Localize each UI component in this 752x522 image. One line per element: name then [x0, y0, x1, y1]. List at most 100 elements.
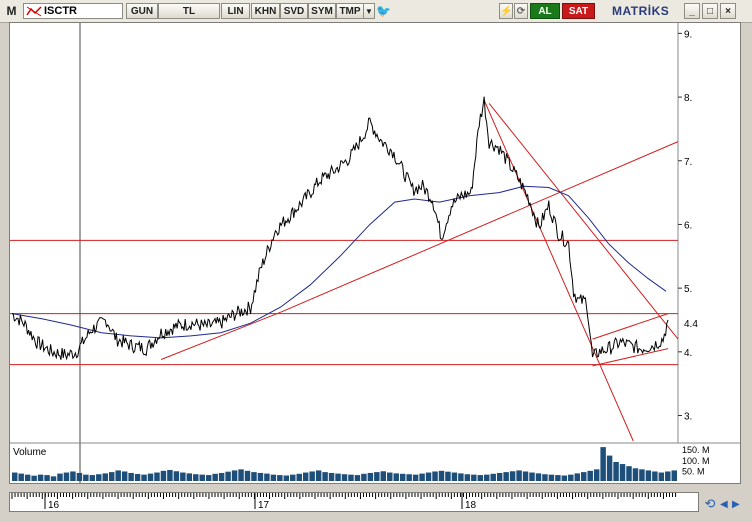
volume-bar [490, 473, 496, 481]
y-tick-label: 4. [684, 348, 692, 359]
volume-bar [83, 474, 89, 481]
volume-bar [581, 472, 587, 481]
volume-bar [315, 470, 322, 481]
volume-bar [406, 474, 412, 481]
volume-bar [173, 471, 180, 481]
y-tick-label: 9. [684, 29, 692, 40]
volume-bar [425, 472, 432, 481]
volume-bar [606, 455, 613, 481]
volume-bar [180, 472, 186, 481]
volume-bar [387, 472, 393, 481]
volume-bar [322, 472, 328, 481]
tb-button-tmp[interactable]: TMP [336, 3, 364, 19]
volume-bar [477, 475, 484, 481]
volume-bar [18, 473, 24, 481]
volume-bar [283, 475, 290, 481]
volume-bar [671, 470, 677, 481]
volume-bar [238, 469, 244, 481]
tb-button-gun[interactable]: GUN [126, 3, 158, 19]
chart-type-icon [26, 5, 42, 17]
dropdown-arrow-icon[interactable]: ▼ [363, 3, 375, 19]
chart-area[interactable]: 3. 4. 5. 6. 7. 8. 9. 4.4 Volume 150. M 100. M 50. M [9, 22, 741, 484]
minimize-button[interactable]: _ [684, 3, 700, 19]
volume-bar [76, 472, 83, 481]
volume-bar [432, 471, 438, 481]
y-tick-label: 3. [684, 412, 692, 423]
time-scrollbar[interactable]: 16 17 18 [9, 492, 699, 512]
volume-bar [367, 472, 374, 481]
buy-button[interactable]: AL [530, 3, 560, 19]
volume-bar [471, 474, 477, 481]
volume-bar [193, 474, 199, 481]
volume-bar [108, 472, 115, 481]
volume-bar [270, 474, 277, 481]
volume-bar [134, 474, 141, 481]
volume-bar [89, 475, 96, 481]
sync-icon[interactable]: ⟲ [702, 496, 718, 512]
y-tick-label: 5. [684, 284, 692, 295]
volume-bar [399, 473, 406, 481]
tb-button-lin[interactable]: LIN [221, 3, 250, 19]
volume-bar [451, 472, 458, 481]
scroll-right-icon[interactable]: ▶ [732, 499, 742, 511]
y-tick-label: 8. [684, 93, 692, 104]
volume-bar [121, 471, 128, 481]
symbol-field[interactable]: ISCTR [23, 3, 123, 19]
volume-bar [257, 472, 264, 481]
tb-button-sym[interactable]: SYM [308, 3, 336, 19]
tb-button-svd[interactable]: SVD [280, 3, 308, 19]
y-tick-label: 6. [684, 220, 692, 231]
volume-bar [393, 473, 399, 481]
refresh-icon[interactable]: ⚡ [499, 3, 513, 19]
trendline [488, 103, 679, 340]
m-button[interactable]: M [2, 3, 21, 19]
volume-bar [251, 472, 257, 481]
tb-button-khn[interactable]: KHN [251, 3, 280, 19]
volume-bar [24, 474, 31, 481]
volume-tick-label: 100. M [682, 456, 710, 466]
volume-bar [212, 473, 218, 481]
volume-bar [31, 475, 37, 481]
volume-bar [484, 474, 490, 481]
volume-bar [464, 474, 471, 481]
volume-label: Volume [13, 447, 47, 458]
volume-bar [70, 471, 76, 481]
volume-bar [516, 470, 522, 481]
volume-bar [296, 473, 302, 481]
volume-bar [128, 472, 134, 481]
close-button[interactable]: × [720, 3, 736, 19]
twitter-icon[interactable]: 🐦 [376, 4, 391, 18]
volume-bar [509, 471, 516, 481]
x-tick-label: 17 [258, 500, 270, 511]
volume-bar [186, 473, 193, 481]
tb-button-tl[interactable]: TL [158, 3, 220, 19]
volume-bar [335, 473, 341, 481]
sell-button[interactable]: SAT [562, 3, 595, 19]
volume-bar [574, 473, 581, 481]
symbol-label: ISCTR [44, 5, 77, 17]
x-tick-label: 18 [465, 500, 477, 511]
volume-bar [374, 472, 380, 481]
volume-bar [535, 473, 542, 481]
volume-bar [626, 466, 632, 481]
volume-bar [412, 474, 419, 481]
volume-bar [96, 474, 102, 481]
volume-bar [218, 472, 225, 481]
volume-bar [244, 470, 251, 481]
maximize-button[interactable]: □ [702, 3, 718, 19]
volume-bar [600, 447, 606, 481]
volume-bar [115, 470, 121, 481]
volume-bar [438, 470, 445, 481]
volume-bar [593, 469, 600, 481]
volume-bar [419, 473, 425, 481]
x-tick-label: 16 [48, 500, 60, 511]
price-chart[interactable]: 3. 4. 5. 6. 7. 8. 9. 4.4 Volume 150. M100. M50. M [10, 23, 740, 483]
settings-icon[interactable]: ⟳ [514, 3, 528, 19]
title-bar: M ISCTR GUN TL LIN KHN SVD SYM TMP ▼ 🐦 ⚡… [0, 0, 752, 23]
volume-bar [309, 471, 315, 481]
volume-bar [37, 474, 44, 481]
volume-bar [44, 475, 50, 481]
volume-bar [445, 471, 451, 481]
x-axis: 16 17 18 [11, 493, 677, 511]
scroll-left-icon[interactable]: ◀ [720, 499, 730, 511]
